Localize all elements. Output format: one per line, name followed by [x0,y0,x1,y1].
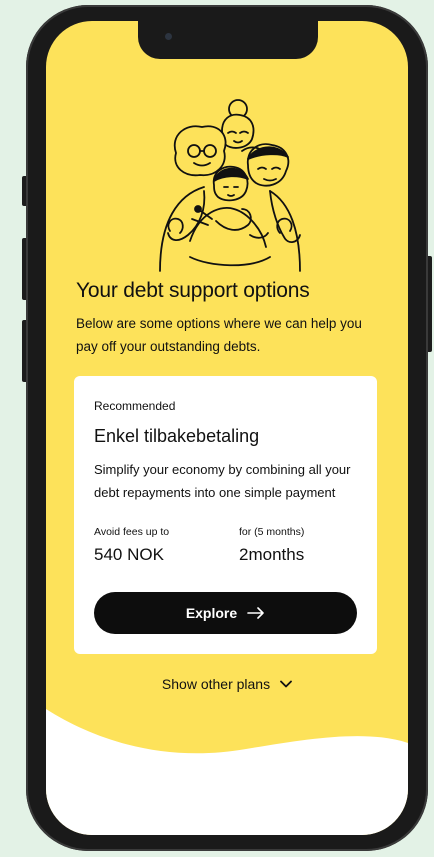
bottom-wave [46,709,408,835]
page-subtitle: Below are some options where we can help… [76,316,362,354]
phone-notch [138,21,318,59]
plan-title: Enkel tilbakebetaling [94,426,260,446]
show-other-plans-label: Show other plans [161,676,271,692]
duration-value: 2months [239,545,305,564]
explore-button-label: Explore [185,605,238,621]
chevron-down-icon [280,680,292,688]
phone-screen: Your debt support options Below are some… [46,21,408,835]
front-camera [165,33,172,40]
fees-label: Avoid fees up to [94,526,170,538]
page-title: Your debt support options [76,279,310,302]
recommended-plan-card: Recommended Enkel tilbakebetaling Simpli… [74,376,377,654]
show-other-plans-toggle[interactable]: Show other plans [46,676,408,692]
family-hug-illustration [159,99,301,272]
phone-frame: Your debt support options Below are some… [26,5,428,851]
recommended-label: Recommended [94,399,176,413]
app-stage: Your debt support options Below are some… [0,0,434,857]
plan-description: Simplify your economy by combining all y… [94,462,351,500]
arrow-right-icon [247,607,264,619]
explore-button[interactable]: Explore [94,592,357,634]
fees-value: 540 NOK [94,545,164,564]
duration-label: for (5 months) [239,526,305,538]
